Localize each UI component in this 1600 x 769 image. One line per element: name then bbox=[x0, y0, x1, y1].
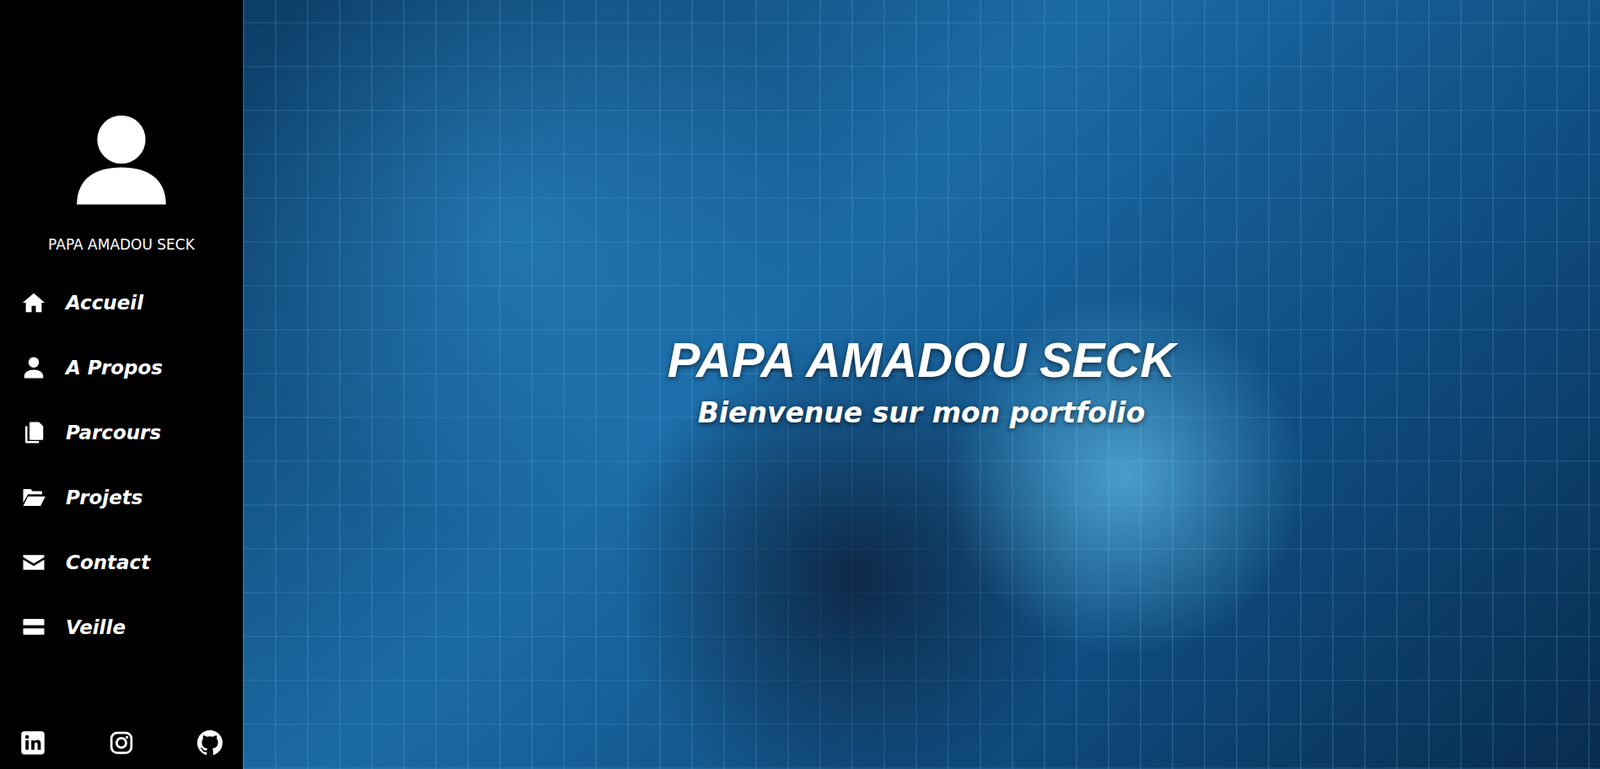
github-link[interactable] bbox=[197, 730, 223, 756]
sidebar-nav: Accueil A Propos Parcours Projets Contact Vei… bbox=[0, 289, 243, 640]
server-icon bbox=[20, 614, 48, 640]
github-icon bbox=[197, 730, 223, 756]
user-icon bbox=[20, 354, 48, 381]
sidebar: PAPA AMADOU SECK Accueil A Propos Parcours P… bbox=[0, 0, 243, 769]
envelope-icon bbox=[20, 549, 48, 575]
portfolio-page: PAPA AMADOU SECK Accueil A Propos Parcours P… bbox=[0, 0, 1600, 769]
hero-title: PAPA AMADOU SECK bbox=[667, 331, 1176, 388]
linkedin-link[interactable] bbox=[20, 730, 46, 756]
sidebar-item[interactable]: Contact bbox=[20, 549, 243, 575]
avatar-icon bbox=[75, 105, 168, 211]
sidebar-item[interactable]: Veille bbox=[20, 614, 243, 640]
sidebar-item[interactable]: Parcours bbox=[20, 419, 243, 446]
sidebar-item[interactable]: Projets bbox=[20, 484, 243, 511]
instagram-icon bbox=[108, 730, 135, 756]
sidebar-item[interactable]: Accueil bbox=[20, 289, 243, 316]
hero: PAPA AMADOU SECK Bienvenue sur mon portfo… bbox=[242, 0, 1600, 769]
folder-icon bbox=[20, 484, 48, 511]
instagram-link[interactable] bbox=[108, 730, 135, 756]
sidebar-name: PAPA AMADOU SECK bbox=[48, 236, 195, 253]
sidebar-item[interactable]: A Propos bbox=[20, 354, 243, 381]
document-icon bbox=[20, 419, 48, 446]
linkedin-icon bbox=[20, 730, 46, 756]
hero-text: PAPA AMADOU SECK Bienvenue sur mon portfo… bbox=[650, 331, 1193, 430]
social-links bbox=[0, 730, 243, 756]
home-icon bbox=[20, 289, 48, 316]
hero-subtitle: Bienvenue sur mon portfolio bbox=[667, 396, 1176, 430]
